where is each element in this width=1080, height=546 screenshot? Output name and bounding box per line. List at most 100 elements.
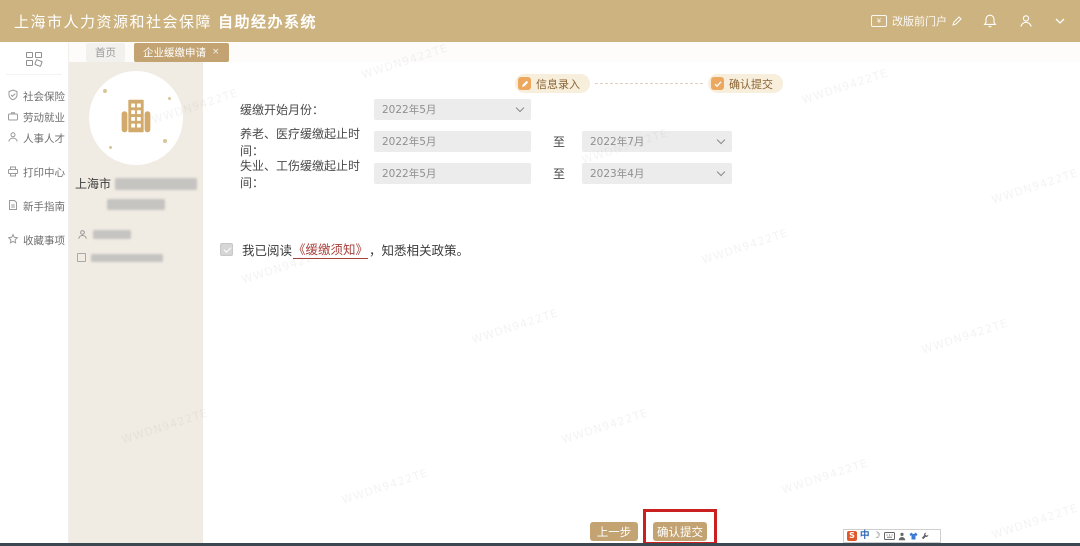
- app-title-main: 上海市人力资源和社会保障: [14, 13, 212, 31]
- chinese-mode-icon[interactable]: 中: [860, 531, 870, 541]
- chevron-down-icon[interactable]: [1054, 17, 1066, 25]
- pension-medical-end-select[interactable]: 2022年7月: [582, 131, 732, 152]
- app-header: 上海市人力资源和社会保障自助经办系统 ¥ 改版前门户: [0, 0, 1080, 42]
- deferral-form: 缓缴开始月份： 2022年5月 养老、医疗缓缴起止时间： 2022年5月 至 2…: [240, 99, 732, 195]
- chevron-down-icon: [717, 168, 725, 176]
- person-small-icon: [77, 225, 88, 244]
- form-row-pension-medical: 养老、医疗缓缴起止时间： 2022年5月 至 2022年7月: [240, 131, 732, 152]
- sidebar-item-label: 劳动就业: [23, 110, 65, 125]
- sidebar-item-beginner-guide[interactable]: 新手指南: [0, 196, 68, 217]
- id-badge-icon: [77, 253, 86, 262]
- sidebar-item-print-center[interactable]: 打印中心: [0, 162, 68, 183]
- step-confirm-submit: 确认提交: [708, 74, 783, 93]
- apps-grid-icon[interactable]: [25, 52, 43, 68]
- keyboard-icon[interactable]: [884, 532, 895, 540]
- chevron-down-icon: [717, 136, 725, 144]
- sparkle-dot: [103, 89, 107, 93]
- submit-step-icon: [711, 77, 724, 90]
- redacted-company-name-line2: [107, 199, 165, 210]
- agreement-suffix: ，知悉相关政策。: [369, 240, 469, 259]
- field-label: 失业、工伤缓缴起止时间：: [240, 157, 374, 191]
- form-row-start-month: 缓缴开始月份： 2022年5月: [240, 99, 732, 120]
- sparkle-dot: [163, 139, 167, 143]
- edit-step-icon: [518, 77, 531, 90]
- monitor-icon: ¥: [871, 15, 887, 27]
- person-icon: [7, 131, 19, 146]
- deferral-notice-link[interactable]: 《缓缴须知》: [293, 239, 368, 259]
- notification-bell-icon[interactable]: [982, 13, 998, 29]
- unemployment-injury-start-field: 2022年5月: [374, 163, 531, 184]
- redacted-account-id: [93, 230, 131, 239]
- header-actions: ¥ 改版前门户: [871, 13, 1066, 29]
- field-value: 2022年5月: [382, 134, 436, 149]
- tab-close-icon[interactable]: ×: [212, 47, 220, 57]
- sidebar-item-label: 新手指南: [23, 199, 65, 214]
- company-name-prefix: 上海市: [75, 175, 111, 192]
- step-connector: [595, 83, 703, 84]
- briefcase-icon: [7, 110, 19, 125]
- selected-value: 2022年5月: [382, 102, 436, 117]
- sidebar-item-label: 打印中心: [23, 165, 65, 180]
- redacted-credit-code: [91, 254, 163, 262]
- step-label: 信息录入: [536, 76, 580, 92]
- chevron-down-icon: [516, 104, 524, 112]
- selected-value: 2022年7月: [590, 134, 644, 149]
- form-row-unemployment-injury: 失业、工伤缓缴起止时间： 2022年5月 至 2023年4月: [240, 163, 732, 184]
- field-label: 缓缴开始月份：: [240, 101, 374, 118]
- field-label: 养老、医疗缓缴起止时间：: [240, 125, 374, 159]
- user-avatar-icon[interactable]: [1018, 13, 1034, 29]
- main-content: 信息录入 确认提交 缓缴开始月份： 2022年5月 养老、医疗缓缴起止时间： 2…: [203, 62, 1080, 541]
- old-portal-label: 改版前门户: [892, 13, 947, 29]
- sogou-logo-icon[interactable]: S: [847, 531, 857, 541]
- company-id-row: [77, 253, 203, 262]
- confirm-submit-button[interactable]: 确认提交: [653, 522, 707, 541]
- step-info-entry: 信息录入: [515, 74, 590, 93]
- shield-icon: [7, 89, 19, 104]
- sidebar-item-talent[interactable]: 人事人才: [0, 128, 68, 149]
- printer-icon: [7, 165, 19, 180]
- field-value: 2022年5月: [382, 166, 436, 181]
- sparkle-dot: [109, 146, 112, 149]
- pension-medical-start-field: 2022年5月: [374, 131, 531, 152]
- guide-doc-icon: [7, 199, 19, 214]
- tab-enterprise-deferral[interactable]: 企业缓缴申请 ×: [134, 43, 229, 62]
- sidebar-item-label: 人事人才: [23, 131, 65, 146]
- divider: [6, 74, 62, 75]
- sidebar-item-favorites[interactable]: 收藏事项: [0, 230, 68, 251]
- step-indicator: 信息录入 确认提交: [515, 74, 783, 93]
- app-title-sub: 自助经办系统: [218, 13, 317, 31]
- agreement-row: 我已阅读 《缓缴须知》 ，知悉相关政策。: [220, 239, 469, 259]
- joiner-label: 至: [552, 165, 566, 182]
- unemployment-injury-end-select[interactable]: 2023年4月: [582, 163, 732, 184]
- star-icon: [7, 233, 19, 248]
- step-label: 确认提交: [729, 76, 773, 92]
- ime-toolbar: S 中 ☽: [843, 529, 941, 543]
- company-name: 上海市: [69, 175, 203, 192]
- sidebar-item-label: 收藏事项: [23, 233, 65, 248]
- wrench-icon[interactable]: [921, 532, 929, 540]
- sidebar: 社会保险 劳动就业 人事人才 打印中心 新手指南 收藏事项: [0, 42, 69, 543]
- redacted-company-name: [115, 178, 197, 190]
- app-title: 上海市人力资源和社会保障自助经办系统: [14, 11, 317, 32]
- agreement-prefix: 我已阅读: [242, 240, 292, 259]
- tab-label: 企业缓缴申请: [143, 45, 206, 60]
- building-icon: [113, 93, 159, 143]
- previous-step-button[interactable]: 上一步: [590, 522, 638, 541]
- sparkle-dot: [168, 97, 171, 100]
- person-icon[interactable]: [898, 532, 906, 541]
- joiner-label: 至: [552, 133, 566, 150]
- tab-home[interactable]: 首页: [86, 43, 125, 62]
- company-panel: 上海市: [69, 62, 203, 543]
- sidebar-item-social-insurance[interactable]: 社会保险: [0, 86, 68, 107]
- skin-shirt-icon[interactable]: [909, 532, 918, 540]
- pencil-icon: [952, 16, 962, 26]
- tab-bar: 首页 企业缓缴申请 ×: [69, 42, 1080, 62]
- selected-value: 2023年4月: [590, 166, 644, 181]
- old-portal-link[interactable]: ¥ 改版前门户: [871, 13, 962, 29]
- deferral-start-month-select[interactable]: 2022年5月: [374, 99, 531, 120]
- fullwidth-moon-icon[interactable]: ☽: [873, 532, 881, 541]
- sidebar-item-employment[interactable]: 劳动就业: [0, 107, 68, 128]
- agreement-checkbox[interactable]: [220, 243, 233, 256]
- company-avatar: [89, 71, 183, 165]
- company-account-row: [77, 225, 203, 244]
